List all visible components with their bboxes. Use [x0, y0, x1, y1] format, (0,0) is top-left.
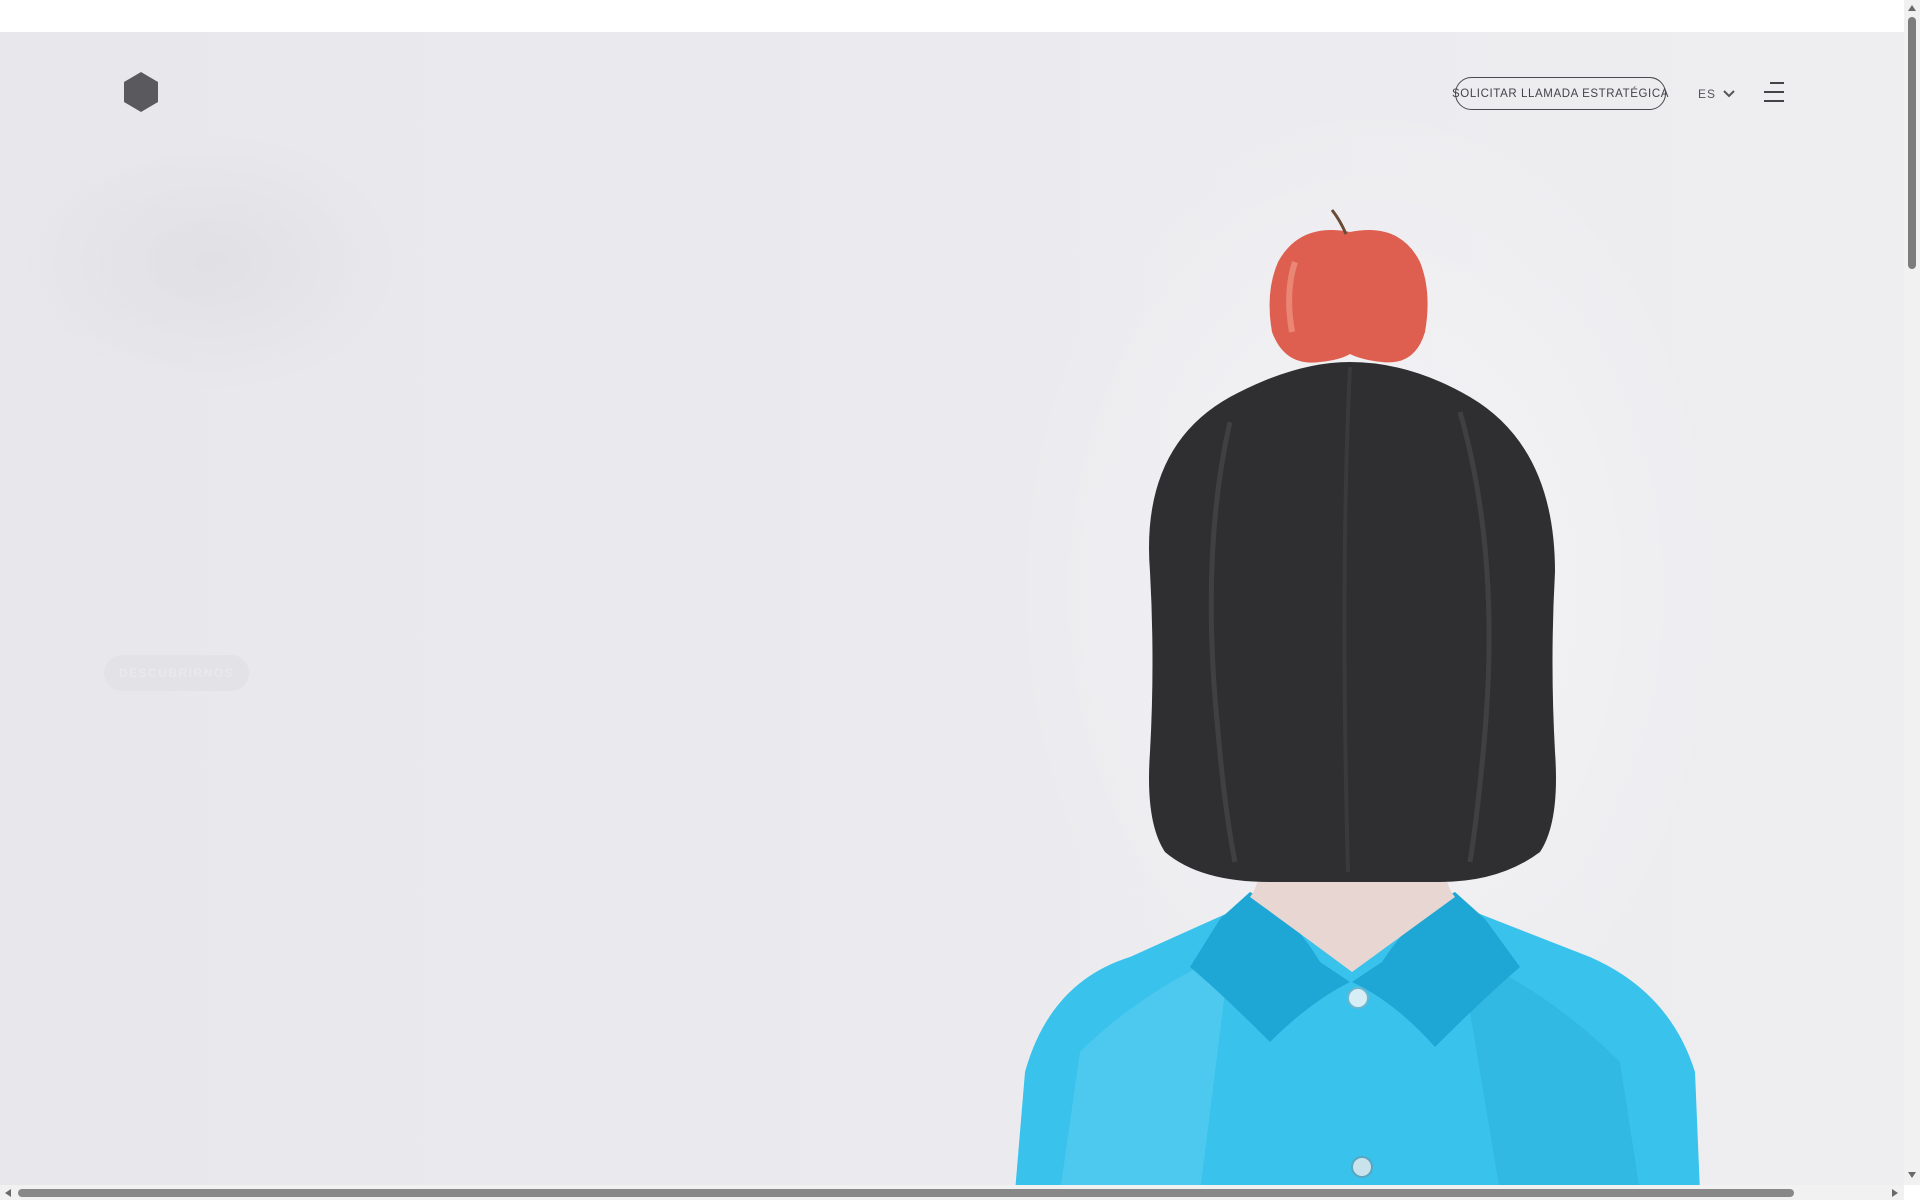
request-strategic-call-button[interactable]: SOLICITAR LLAMADA ESTRATÉGICA: [1452, 77, 1668, 110]
vertical-scrollbar[interactable]: [1904, 0, 1920, 1185]
vertical-scroll-thumb[interactable]: [1908, 17, 1916, 269]
scrollbar-corner: [1904, 1185, 1920, 1200]
hamburger-menu-icon[interactable]: [1762, 80, 1786, 106]
scroll-down-arrow-icon[interactable]: [1908, 1172, 1916, 1178]
apple-shape: [1269, 230, 1428, 363]
hero-image: [1015, 209, 1700, 1185]
scroll-up-arrow-icon[interactable]: [1908, 5, 1916, 11]
hexagon-logo-icon[interactable]: [122, 70, 160, 114]
horizontal-scroll-thumb[interactable]: [18, 1189, 1794, 1197]
shirt-button: [1347, 987, 1369, 1009]
language-selector[interactable]: ES: [1698, 82, 1736, 106]
discover-us-button[interactable]: DESCUBRIRNOS: [104, 655, 249, 691]
language-label: ES: [1698, 87, 1717, 101]
scroll-right-arrow-icon[interactable]: [1892, 1189, 1898, 1197]
page-viewport: SOLICITAR LLAMADA ESTRATÉGICA ES DESCUBR…: [0, 32, 1904, 1185]
browser-top-strip: [0, 0, 1920, 32]
scroll-left-arrow-icon[interactable]: [5, 1189, 11, 1197]
horizontal-scrollbar[interactable]: [0, 1185, 1904, 1200]
shirt-button: [1351, 1156, 1373, 1178]
chevron-down-icon: [1723, 90, 1735, 98]
